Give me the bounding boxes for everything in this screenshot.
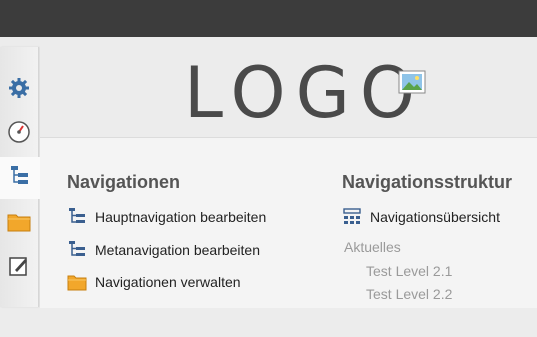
tree-item-aktuelles[interactable]: Aktuelles [344, 239, 401, 255]
folder-icon [67, 272, 87, 292]
edit-icon [8, 255, 30, 282]
speedometer-icon [7, 120, 31, 149]
tree-item-level-2-2[interactable]: Test Level 2.2 [366, 286, 452, 302]
sidebar-item-dashboard[interactable] [0, 113, 38, 155]
meta-navigation-link[interactable]: Metanavigation bearbeiten [67, 239, 260, 261]
navigation-overview-label: Navigationsübersicht [370, 209, 500, 225]
sidebar-item-files[interactable] [0, 203, 38, 245]
image-icon [398, 70, 426, 94]
manage-navigations-link[interactable]: Navigationen verwalten [67, 271, 241, 293]
manage-navigations-label: Navigationen verwalten [95, 274, 241, 290]
sidebar-item-settings[interactable] [0, 69, 38, 111]
main-navigation-label: Hauptnavigation bearbeiten [95, 209, 267, 225]
sidebar-item-navigation[interactable] [0, 157, 40, 199]
tree-list-icon [67, 207, 87, 227]
tree-list-icon [67, 240, 87, 260]
navigations-title: Navigationen [67, 172, 181, 192]
tree-item-level-2-1[interactable]: Test Level 2.1 [366, 263, 452, 279]
sidebar [0, 47, 40, 307]
meta-navigation-label: Metanavigation bearbeiten [95, 242, 261, 258]
folder-icon [7, 211, 31, 238]
sitemap-icon [342, 207, 362, 227]
top-bar [0, 0, 537, 37]
tree-structure-icon [9, 164, 31, 193]
sidebar-item-more[interactable] [0, 295, 38, 337]
main-navigation-link[interactable]: Hauptnavigation bearbeiten [67, 206, 266, 228]
navigation-overview-link[interactable]: Navigationsübersicht [342, 206, 500, 228]
content-panel: Navigationen Hauptnavigation bearbeiten … [40, 137, 537, 308]
structure-title: Navigationsstruktur [342, 172, 513, 192]
sidebar-item-edit[interactable] [0, 247, 38, 289]
site-logo: LOGO [184, 52, 425, 134]
gear-icon [7, 76, 31, 105]
